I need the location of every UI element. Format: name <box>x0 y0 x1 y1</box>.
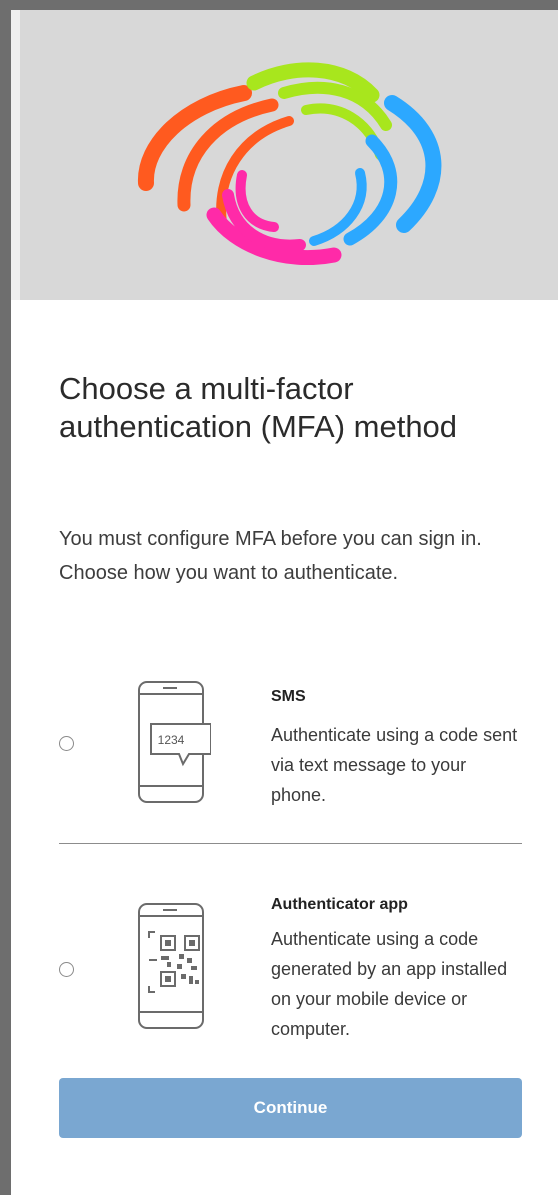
options-divider <box>59 843 522 844</box>
option-authenticator-app[interactable]: Authenticator app Authenticate using a c… <box>47 876 527 1046</box>
continue-button[interactable]: Continue <box>59 1078 522 1138</box>
phone-sms-icon: 1234 <box>138 681 211 803</box>
authenticator-radio[interactable] <box>59 962 74 977</box>
page-subtitle: You must configure MFA before you can si… <box>59 528 482 584</box>
swirl-logo-icon <box>137 62 442 265</box>
authenticator-description: Authenticate using a code generated by a… <box>271 929 508 1039</box>
sms-radio[interactable] <box>59 736 74 751</box>
sms-description: Authenticate using a code sent via text … <box>271 725 518 805</box>
authenticator-title: Authenticator app <box>271 896 408 913</box>
sms-code-text: 1234 <box>158 733 185 747</box>
mfa-dialog: Choose a multi-factor authentication (MF… <box>11 10 558 1195</box>
sms-title: SMS <box>271 688 306 705</box>
banner-edge <box>11 10 20 300</box>
phone-qr-icon <box>138 903 204 1029</box>
option-sms[interactable]: 1234 SMS Authenticate using a code sent … <box>47 670 527 810</box>
header-banner <box>11 10 558 300</box>
page-title: Choose a multi-factor authentication (MF… <box>59 371 458 444</box>
